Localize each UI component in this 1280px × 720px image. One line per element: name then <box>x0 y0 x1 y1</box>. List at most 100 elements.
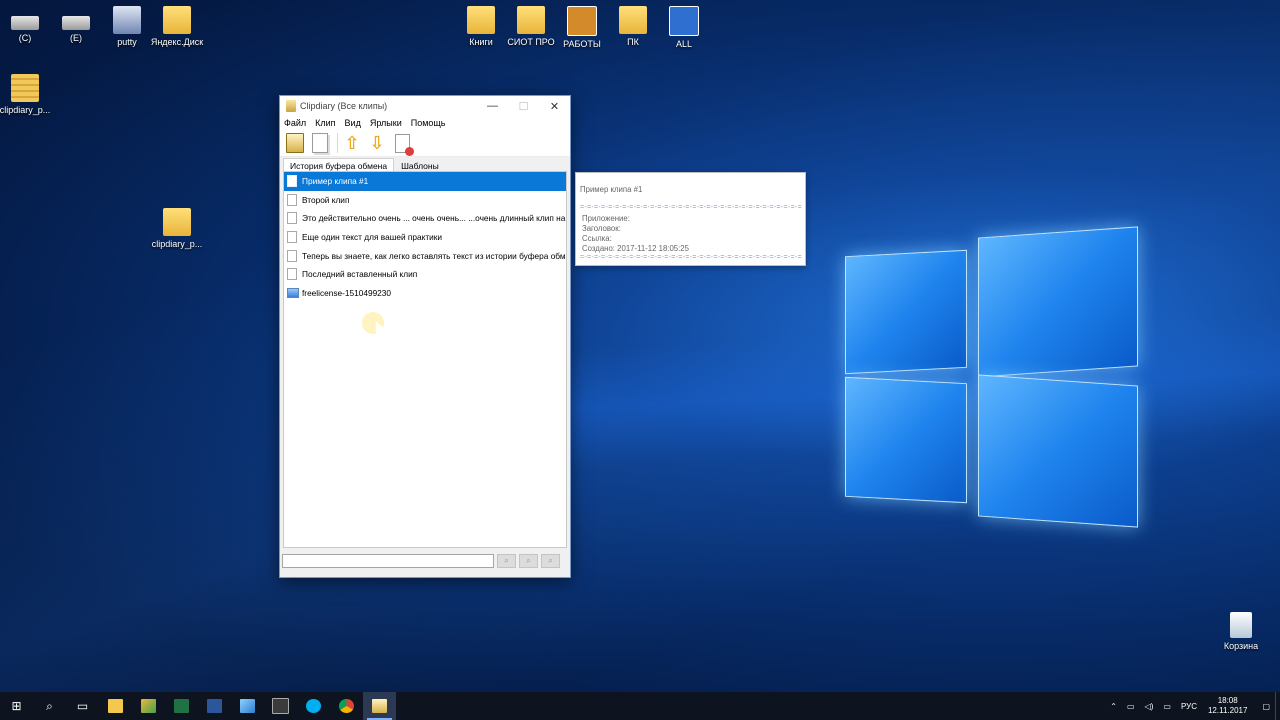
copy-icon <box>312 133 328 153</box>
taskbar-search-button[interactable]: ⌕ <box>33 692 66 720</box>
list-item[interactable]: Последний вставленный клип <box>284 265 566 284</box>
menu-bar: Файл Клип Вид Ярлыки Помощь <box>280 116 570 130</box>
tooltip-divider: =-=-=-=-=-=-=-=-=-=-=-=-=-=-=-=-=-=-=-=-… <box>580 204 802 211</box>
desktop-icon-clipdiary-folder[interactable]: clipdiary_p... <box>147 208 207 249</box>
menu-file[interactable]: Файл <box>284 118 306 128</box>
start-icon: ⊞ <box>11 699 22 713</box>
clock[interactable]: 18:08 12.11.2017 <box>1208 696 1247 716</box>
yandex-disk-folder-icon <box>163 6 191 34</box>
skype-icon <box>306 699 321 713</box>
list-item[interactable]: freelicense-1510499230 <box>284 284 566 303</box>
minimize-button[interactable]: — <box>477 96 508 116</box>
move-down-icon: ⇩ <box>369 132 385 153</box>
recycle-bin-icon <box>1230 612 1252 638</box>
menu-clip[interactable]: Клип <box>315 118 335 128</box>
task-view-button[interactable]: ▭ <box>66 692 99 720</box>
taskbar-excel[interactable] <box>165 692 198 720</box>
search-next-icon: ⌕ <box>548 556 553 565</box>
text-clip-icon <box>287 231 297 244</box>
desktop-icon-clipdiary-zip[interactable]: clipdiary_p... <box>0 74 55 115</box>
windows-logo-pane <box>845 376 967 504</box>
desktop-icon-yandex-disk[interactable]: Яндекс.Диск <box>147 6 207 47</box>
chrome-icon <box>339 699 354 713</box>
list-item[interactable]: Теперь вы знаете, как легко вставлять те… <box>284 246 566 265</box>
tooltip-divider: =-=-=-=-=-=-=-=-=-=-=-=-=-=-=-=-=-=-=-=-… <box>580 254 802 261</box>
folder-icon <box>163 208 191 236</box>
paint-icon <box>141 699 156 713</box>
clipdiary-window: Clipdiary (Все клипы) — ☐ ✕ Файл Клип Ви… <box>279 95 571 578</box>
clip-preview-tooltip: Пример клипа #1 =-=-=-=-=-=-=-=-=-=-=-=-… <box>575 172 806 266</box>
network-icon <box>669 6 699 36</box>
clip-list[interactable]: Пример клипа #1 Второй клип Это действит… <box>283 171 567 548</box>
search-next-button[interactable]: ⌕ <box>541 554 560 568</box>
chevron-up-icon[interactable]: ⌃ <box>1110 702 1117 711</box>
users-folder-icon <box>619 6 647 34</box>
system-tray: ⌃ ▭ ◁) ▭ РУС 18:08 12.11.2017 ▢ <box>1105 692 1280 720</box>
folder-icon <box>517 6 545 34</box>
menu-help[interactable]: Помощь <box>411 118 446 128</box>
word-icon <box>207 699 222 713</box>
keyboard-icon[interactable]: ▭ <box>1163 702 1171 711</box>
taskbar-file-explorer[interactable] <box>99 692 132 720</box>
list-item[interactable]: Это действительно очень ... очень очень.… <box>284 209 566 228</box>
taskbar-word[interactable] <box>198 692 231 720</box>
language-indicator[interactable]: РУС <box>1181 702 1197 711</box>
network-icon[interactable]: ▭ <box>1127 702 1135 711</box>
close-button[interactable]: ✕ <box>539 96 570 116</box>
show-desktop-button[interactable] <box>1275 692 1280 720</box>
title-bar[interactable]: Clipdiary (Все клипы) — ☐ ✕ <box>280 96 570 116</box>
paste-button[interactable] <box>284 132 306 154</box>
taskbar-paint[interactable] <box>132 692 165 720</box>
notifications-icon[interactable]: ▢ <box>1262 702 1270 711</box>
menu-labels[interactable]: Ярлыки <box>370 118 402 128</box>
clipdiary-icon <box>372 699 387 713</box>
move-up-icon: ⇧ <box>344 132 360 153</box>
windows-logo-pane <box>845 249 967 375</box>
taskbar-chrome[interactable] <box>330 692 363 720</box>
drive-e-icon <box>62 16 90 30</box>
text-clip-icon <box>287 268 297 281</box>
taskbar-notepad[interactable] <box>231 692 264 720</box>
search-icon: ⌕ <box>46 698 53 713</box>
speaker-icon[interactable]: ◁) <box>1145 702 1154 711</box>
toolbar: ⇧ ⇩ <box>280 130 570 157</box>
text-clip-icon <box>287 249 297 262</box>
taskbar-clipdiary[interactable] <box>363 692 396 720</box>
text-clip-icon <box>287 212 297 225</box>
copy-button[interactable] <box>309 132 331 154</box>
desktop-icon-recycle-bin[interactable]: Корзина <box>1211 612 1271 651</box>
start-button[interactable]: ⊞ <box>0 692 33 720</box>
search-input[interactable] <box>282 554 494 568</box>
taskbar: ⊞ ⌕ ▭ ⌃ ▭ ◁) ▭ РУС 18:08 12.11.2017 ▢ <box>0 692 1280 720</box>
taskbar-skype[interactable] <box>297 692 330 720</box>
desktop-icon-all[interactable]: ALL <box>654 6 714 49</box>
tooltip-app: Приложение: <box>582 214 630 223</box>
windows-logo-pane <box>978 226 1138 378</box>
image-clip-icon <box>287 287 299 298</box>
tooltip-created: Создано: 2017-11-12 18:05:25 <box>582 244 689 253</box>
books-folder-icon <box>467 6 495 34</box>
menu-view[interactable]: Вид <box>345 118 361 128</box>
list-item[interactable]: Пример клипа #1 <box>284 172 566 191</box>
tooltip-title: Пример клипа #1 <box>580 185 643 194</box>
clipdiary-app-icon <box>286 100 296 112</box>
search-icon: ⌕ <box>504 556 509 565</box>
excel-icon <box>174 699 189 713</box>
task-view-icon: ▭ <box>76 699 89 713</box>
text-clip-icon <box>287 193 297 206</box>
maximize-button[interactable]: ☐ <box>508 96 539 116</box>
search-prev-button[interactable]: ⌕ <box>519 554 538 568</box>
move-up-button[interactable]: ⇧ <box>341 132 363 154</box>
delete-button[interactable] <box>391 132 414 156</box>
clock-time: 18:08 <box>1217 696 1238 705</box>
delete-icon <box>394 133 414 156</box>
search-button[interactable]: ⌕ <box>497 554 516 568</box>
list-item[interactable]: Еще один текст для вашей практики <box>284 228 566 247</box>
drive-c-icon <box>11 16 39 30</box>
clock-date: 12.11.2017 <box>1207 706 1248 715</box>
tooltip-link: Ссылка: <box>582 234 612 243</box>
list-item[interactable]: Второй клип <box>284 191 566 210</box>
move-down-button[interactable]: ⇩ <box>366 132 388 154</box>
taskbar-calculator[interactable] <box>264 692 297 720</box>
search-prev-icon: ⌕ <box>526 556 531 565</box>
